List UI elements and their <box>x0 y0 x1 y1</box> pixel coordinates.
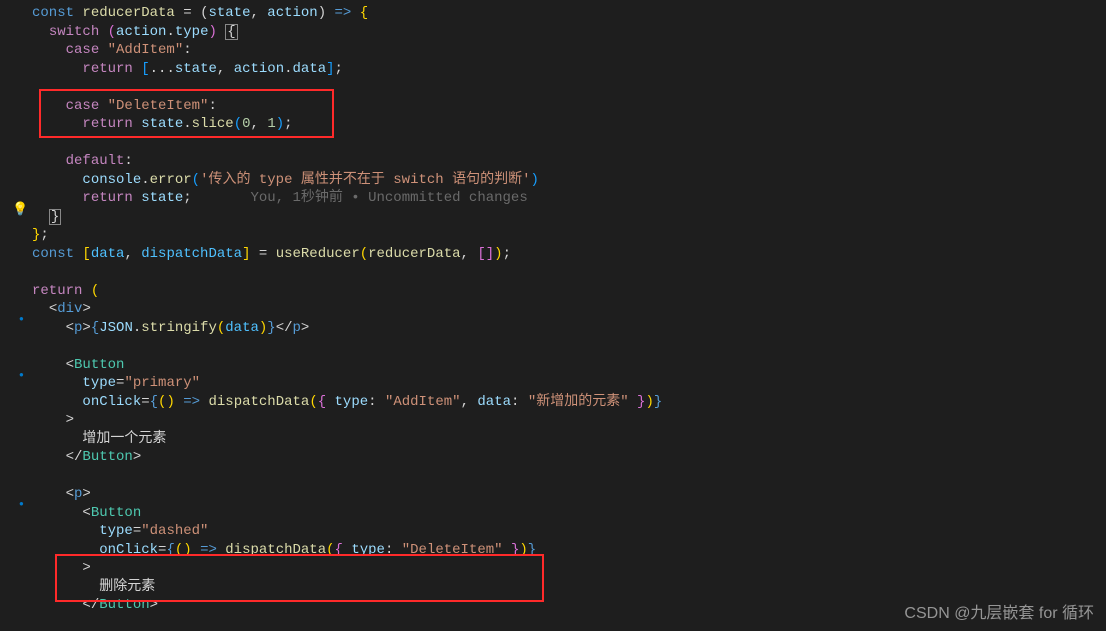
code-line[interactable]: </Button> <box>0 448 1106 467</box>
gutter-dot-icon: ● <box>19 496 24 515</box>
code-line[interactable]: ● <div> <box>0 300 1106 319</box>
code-line[interactable]: console.error('传入的 type 属性并不在于 switch 语句… <box>0 171 1106 190</box>
gutter-dot-icon: ● <box>19 367 24 386</box>
code-line[interactable]: case "AddItem": <box>0 41 1106 60</box>
code-line[interactable]: return ( <box>0 282 1106 301</box>
gutter-dot-icon: ● <box>19 311 24 330</box>
code-line[interactable]: ● <p> <box>0 485 1106 504</box>
code-line[interactable]: const [data, dispatchData] = useReducer(… <box>0 245 1106 264</box>
code-line[interactable] <box>0 78 1106 97</box>
code-line[interactable] <box>0 134 1106 153</box>
code-line[interactable]: const reducerData = (state, action) => { <box>0 4 1106 23</box>
code-line[interactable] <box>0 337 1106 356</box>
git-blame-hint: You, 1秒钟前 • Uncommitted changes <box>250 190 527 206</box>
lightbulb-icon[interactable]: 💡 <box>12 201 28 220</box>
code-line[interactable]: type="dashed" <box>0 522 1106 541</box>
code-line[interactable]: switch (action.type) { <box>0 23 1106 42</box>
code-line[interactable]: <p>{JSON.stringify(data)}</p> <box>0 319 1106 338</box>
code-line[interactable]: 增加一个元素 <box>0 430 1106 449</box>
code-line[interactable]: return [...state, action.data]; <box>0 60 1106 79</box>
code-line[interactable] <box>0 263 1106 282</box>
code-line[interactable]: case "DeleteItem": <box>0 97 1106 116</box>
code-line[interactable]: }; <box>0 226 1106 245</box>
code-line[interactable]: type="primary" <box>0 374 1106 393</box>
code-line[interactable]: onClick={() => dispatchData({ type: "Del… <box>0 541 1106 560</box>
code-editor[interactable]: const reducerData = (state, action) => {… <box>0 0 1106 615</box>
code-line[interactable]: onClick={() => dispatchData({ type: "Add… <box>0 393 1106 412</box>
watermark: CSDN @九层嵌套 for 循环 <box>904 599 1094 623</box>
code-line[interactable]: ● <Button <box>0 356 1106 375</box>
code-line[interactable]: } <box>0 208 1106 227</box>
code-line[interactable]: return state.slice(0, 1); <box>0 115 1106 134</box>
code-line[interactable]: 💡 return state; You, 1秒钟前 • Uncommitted … <box>0 189 1106 208</box>
code-line[interactable]: 删除元素 <box>0 578 1106 597</box>
code-line[interactable]: default: <box>0 152 1106 171</box>
code-line[interactable]: <Button <box>0 504 1106 523</box>
code-line[interactable]: > <box>0 411 1106 430</box>
code-line[interactable] <box>0 467 1106 486</box>
code-line[interactable]: > <box>0 559 1106 578</box>
